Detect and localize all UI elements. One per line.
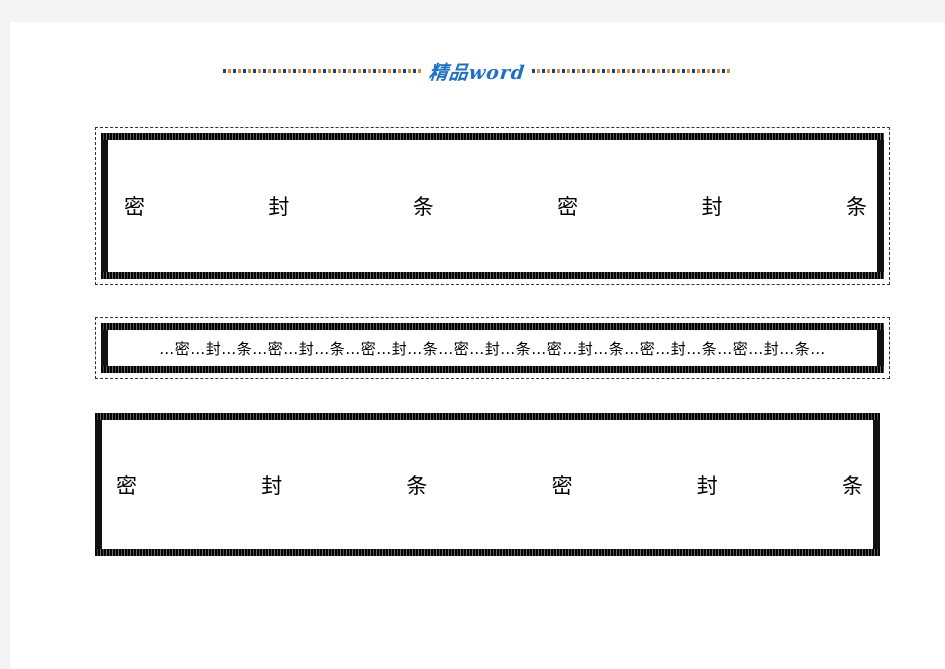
seal-char: 条 (412, 195, 434, 219)
seal-char: 封 (696, 473, 718, 498)
seal-strip-2-text: …密…封…条…密…封…条…密…封…条…密…封…条…密…封…条…密…封…条…密…封… (159, 339, 826, 358)
seal-strip-3-border: 密 封 条 密 封 条 (95, 413, 880, 556)
seal-strip-3: 密 封 条 密 封 条 (95, 413, 880, 556)
seal-char: 密 (557, 195, 579, 219)
watermark-label: 精品word (428, 61, 527, 84)
seal-char: 封 (701, 195, 723, 219)
seal-char: 条 (841, 473, 863, 498)
seal-char: 密 (124, 195, 145, 219)
dotted-rule-right (531, 69, 732, 73)
seal-strip-1: 密 封 条 密 封 条 (95, 127, 890, 285)
seal-char: 密 (551, 473, 573, 498)
seal-strip-2: …密…封…条…密…封…条…密…封…条…密…封…条…密…封…条…密…封…条…密…封… (95, 317, 890, 379)
seal-char: 封 (261, 473, 283, 498)
seal-char: 封 (268, 195, 290, 219)
seal-char: 密 (116, 473, 137, 498)
seal-strip-1-text: 密 封 条 密 封 条 (108, 191, 877, 221)
seal-char: 条 (845, 195, 867, 219)
seal-strip-3-text: 密 封 条 密 封 条 (102, 470, 873, 500)
seal-char: 条 (406, 473, 428, 498)
document-page: 精品word 密 封 条 密 封 条 …密…封…条…密…封…条…密…封…条…密…… (10, 22, 945, 669)
dotted-rule-left (223, 69, 424, 73)
watermark-header: 精品word (10, 54, 945, 88)
seal-strip-2-border: …密…封…条…密…封…条…密…封…条…密…封…条…密…封…条…密…封…条…密…封… (101, 323, 884, 373)
seal-strip-1-border: 密 封 条 密 封 条 (101, 133, 884, 279)
